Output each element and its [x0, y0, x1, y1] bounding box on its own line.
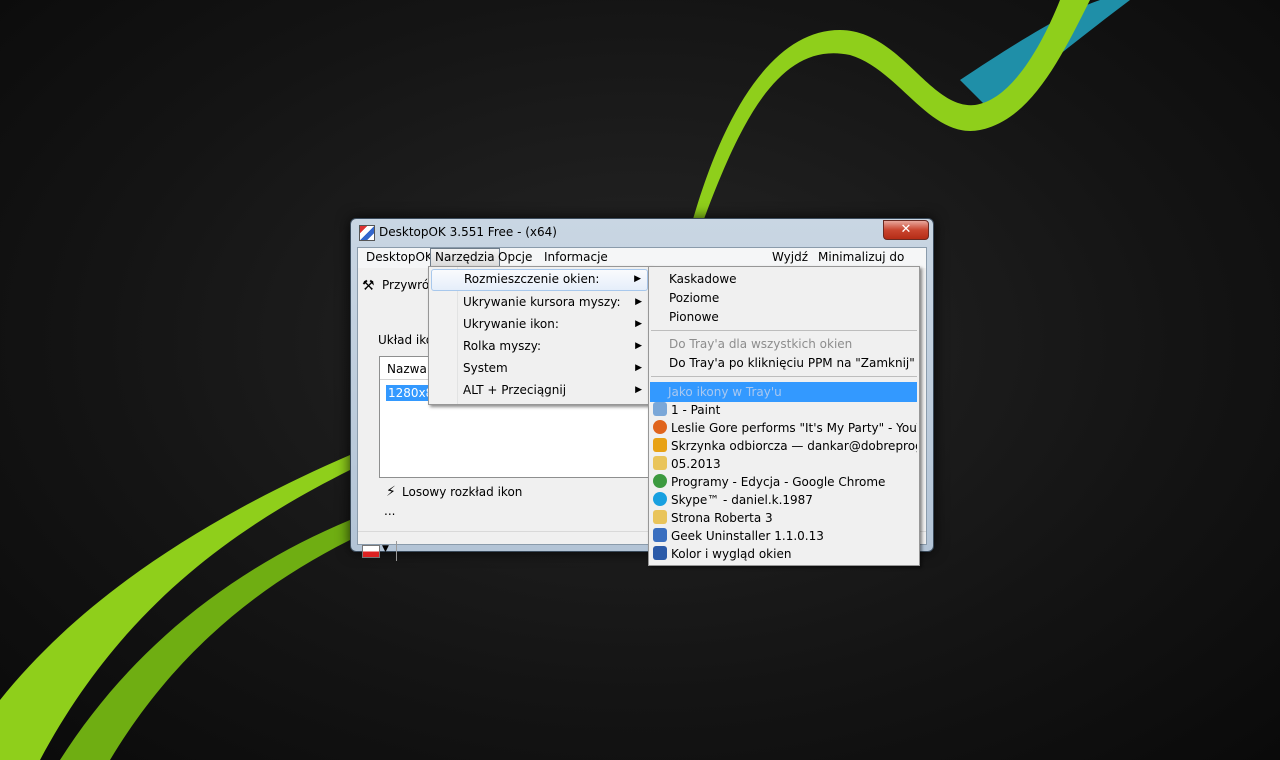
window-item-firefox[interactable]: Leslie Gore performs "It's My Party" - Y…: [651, 419, 917, 437]
window-item-label: 1 - Paint: [671, 403, 721, 417]
window-item-skype[interactable]: Skype™ - daniel.k.1987: [651, 491, 917, 509]
menu-item-tray-all: Do Tray'a dla wszystkich okien: [669, 337, 853, 351]
restore-icon: ⚒: [362, 278, 375, 294]
window-item-label: Geek Uninstaller 1.1.0.13: [671, 529, 824, 543]
chevron-down-icon[interactable]: ▼: [382, 544, 389, 554]
menu-minimize-to-tray[interactable]: Minimalizuj do Tray'a: [813, 249, 926, 281]
window-item-mail[interactable]: Skrzynka odbiorcza — dankar@dobreprog...: [651, 437, 917, 455]
status-separator: [396, 541, 397, 561]
menu-item-mouse-wheel[interactable]: Rolka myszy: ▶: [431, 336, 648, 356]
window-item-folder-strona[interactable]: Strona Roberta 3: [651, 509, 917, 527]
menu-item-tray-right-click[interactable]: Do Tray'a po kliknięciu PPM na "Zamknij": [651, 353, 917, 373]
menu-item-cascade[interactable]: Kaskadowe: [651, 269, 917, 289]
menu-item-label: ALT + Przeciągnij: [463, 383, 567, 397]
window-item-paint[interactable]: 1 - Paint: [651, 401, 917, 419]
close-button[interactable]: ✕: [883, 220, 929, 240]
menu-item-label: Rozmieszczenie okien:: [464, 272, 600, 286]
menu-item-label: System: [463, 361, 508, 375]
opera-mail-icon: [653, 438, 667, 452]
geek-uninstaller-icon: [653, 528, 667, 542]
column-name-header[interactable]: Nazwa: [387, 362, 427, 376]
submenu-arrow-icon: ▶: [634, 274, 641, 284]
window-title: DesktopOK 3.551 Free - (x64): [379, 225, 557, 239]
submenu-arrow-icon: ▶: [635, 385, 642, 395]
menu-item-tray-icons-header: Jako ikony w Tray'u: [650, 382, 917, 402]
window-item-label: Programy - Edycja - Google Chrome: [671, 475, 886, 489]
firefox-icon: [653, 420, 667, 434]
wallpaper-ribbon-top: [690, 0, 1090, 230]
menu-item-system[interactable]: System ▶: [431, 358, 648, 378]
window-item-folder-05-2013[interactable]: 05.2013: [651, 455, 917, 473]
menu-item-alt-drag[interactable]: ALT + Przeciągnij ▶: [431, 380, 648, 400]
app-icon: [359, 225, 375, 241]
window-item-window-color[interactable]: Kolor i wygląd okien: [651, 545, 917, 563]
window-item-label: Skype™ - daniel.k.1987: [671, 493, 813, 507]
more-options-link[interactable]: ...: [384, 504, 395, 518]
submenu-arrow-icon: ▶: [635, 319, 642, 329]
title-bar[interactable]: DesktopOK 3.551 Free - (x64) ✕: [351, 219, 933, 245]
menu-item-hide-cursor[interactable]: Ukrywanie kursora myszy: ▶: [431, 292, 648, 312]
tools-menu: Rozmieszczenie okien: ▶ Ukrywanie kursor…: [428, 266, 651, 405]
folder-icon: [653, 510, 667, 524]
menu-separator: [651, 376, 917, 377]
menu-item-hide-icons[interactable]: Ukrywanie ikon: ▶: [431, 314, 648, 334]
menu-separator: [651, 330, 917, 331]
window-item-label: Skrzynka odbiorcza — dankar@dobreprog...: [671, 439, 917, 453]
window-item-label: Kolor i wygląd okien: [671, 547, 792, 561]
chrome-icon: [653, 474, 667, 488]
submenu-arrow-icon: ▶: [635, 341, 642, 351]
menu-informacje[interactable]: Informacje: [539, 249, 613, 266]
menu-item-label: Rolka myszy:: [463, 339, 541, 353]
lightning-icon: ⚡: [386, 484, 396, 500]
display-settings-icon: [653, 546, 667, 560]
paint-icon: [653, 402, 667, 416]
submenu-arrow-icon: ▶: [635, 363, 642, 373]
folder-icon: [653, 456, 667, 470]
window-item-label: 05.2013: [671, 457, 721, 471]
menu-item-vertical[interactable]: Pionowe: [651, 307, 917, 327]
wallpaper-ribbon-bottom: [0, 455, 350, 760]
menu-item-horizontal[interactable]: Poziome: [651, 288, 917, 308]
random-layout-link[interactable]: Losowy rozkład ikon: [402, 485, 522, 499]
menu-item-window-arrangement[interactable]: Rozmieszczenie okien: ▶: [431, 269, 648, 291]
menu-item-label: Ukrywanie kursora myszy:: [463, 295, 621, 309]
language-flag-icon[interactable]: [362, 545, 380, 558]
skype-icon: [653, 492, 667, 506]
window-item-label: Leslie Gore performs "It's My Party" - Y…: [671, 421, 917, 435]
window-item-geek-uninstaller[interactable]: Geek Uninstaller 1.1.0.13: [651, 527, 917, 545]
menu-opcje[interactable]: Opcje: [493, 249, 537, 266]
menu-item-label: Ukrywanie ikon:: [463, 317, 559, 331]
menu-narzedzia[interactable]: Narzędzia: [430, 248, 500, 267]
menu-wyjdz[interactable]: Wyjdź: [767, 249, 813, 266]
window-item-chrome[interactable]: Programy - Edycja - Google Chrome: [651, 473, 917, 491]
menu-bar: DesktopOK Narzędzia Opcje Informacje Wyj…: [358, 248, 926, 281]
window-item-label: Strona Roberta 3: [671, 511, 773, 525]
submenu-arrow-icon: ▶: [635, 297, 642, 307]
menu-desktopok[interactable]: DesktopOK: [361, 249, 438, 266]
window-arrangement-submenu: Kaskadowe Poziome Pionowe Do Tray'a dla …: [648, 266, 920, 566]
